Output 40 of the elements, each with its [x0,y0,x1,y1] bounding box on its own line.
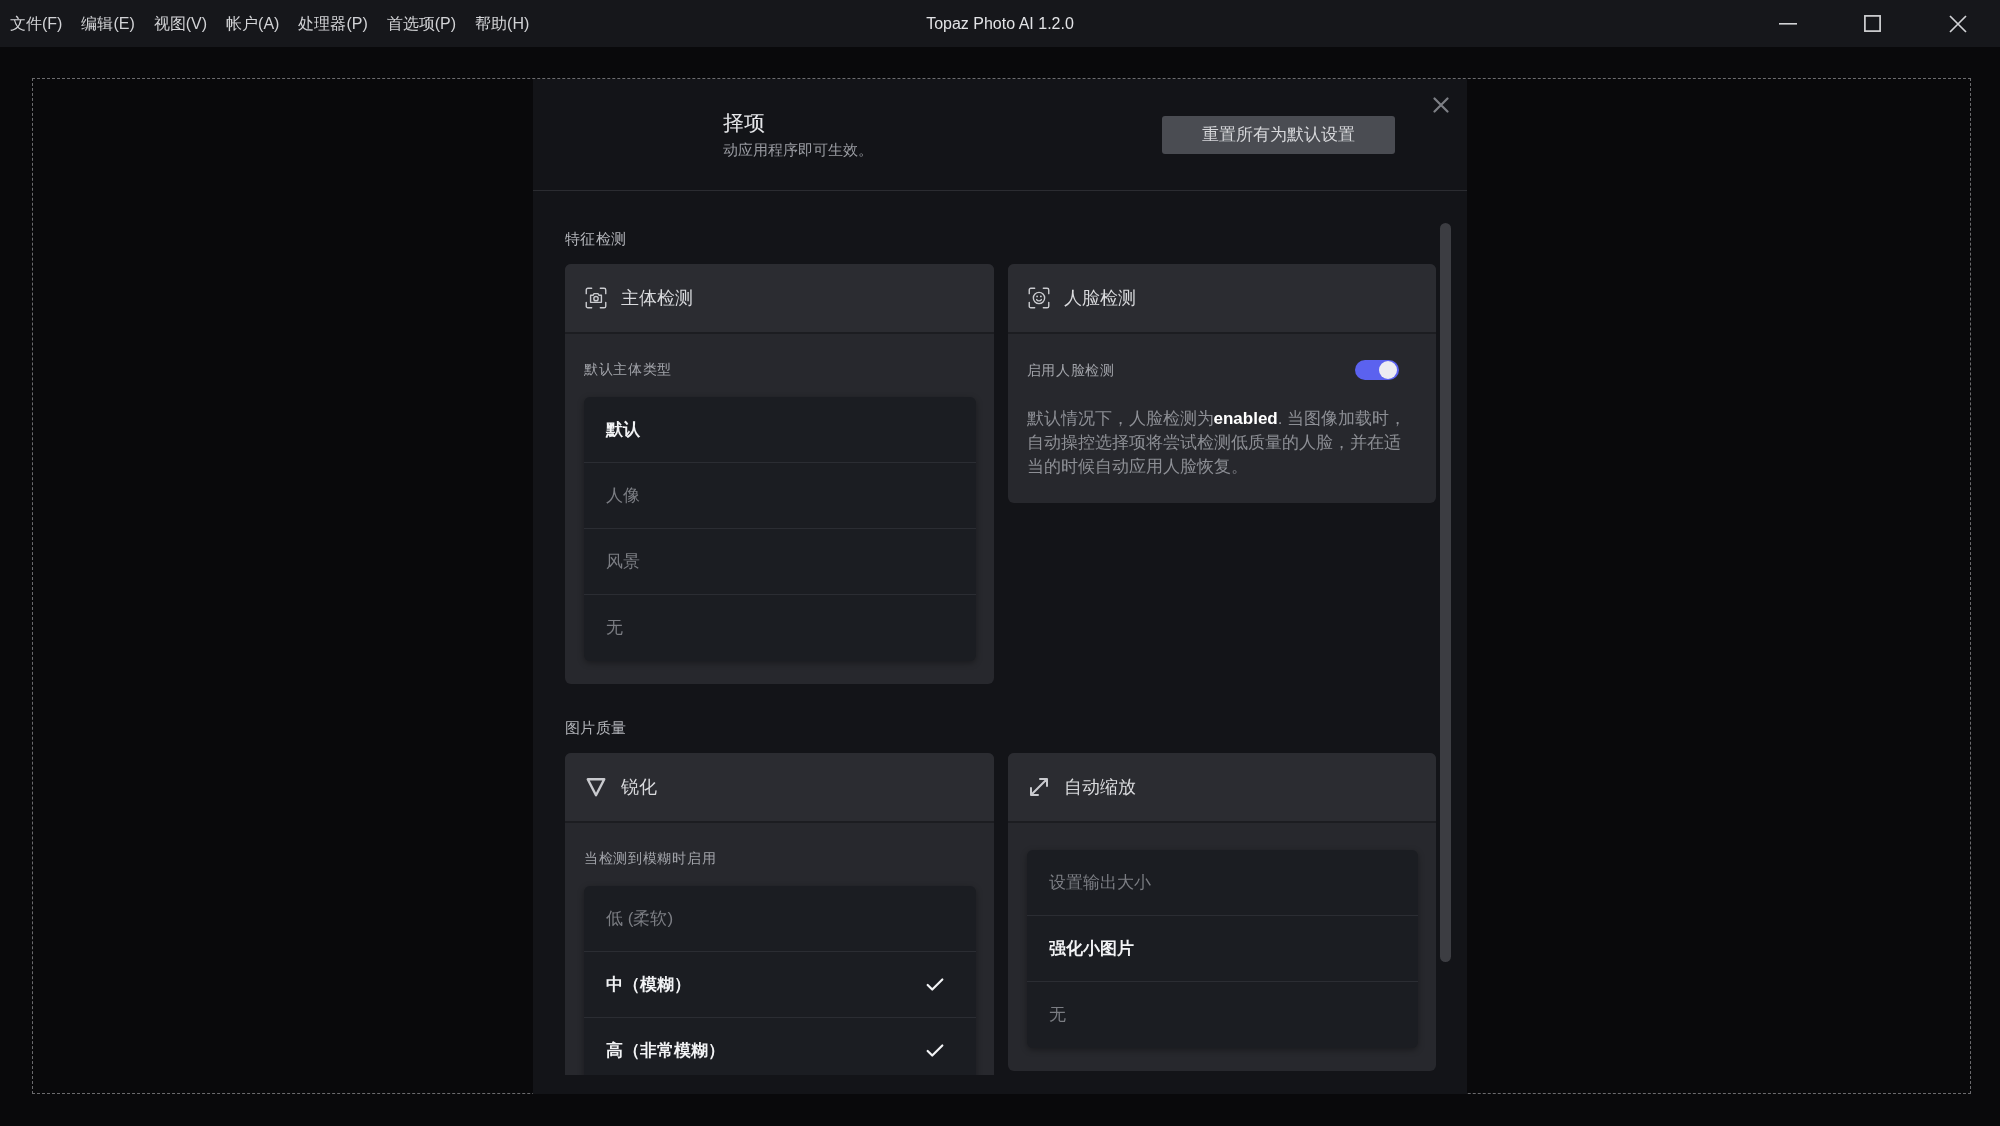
triangle-icon [585,776,607,798]
close-icon [1948,14,1967,33]
option-item[interactable]: 中（模糊） [584,952,976,1018]
field-label: 默认主体类型 [584,360,673,379]
card-title: 人脸检测 [1063,286,1136,310]
menu-item[interactable]: 视图(V) [153,11,208,36]
card-title: 锐化 [621,775,657,799]
toggle-switch[interactable] [1355,360,1399,380]
option-item[interactable]: 默认 [584,397,976,463]
menu-item[interactable]: 编辑(E) [81,11,135,36]
reset-button[interactable]: 重置所有为默认设置 [1162,115,1395,154]
scrollbar[interactable] [1440,223,1451,962]
option-item[interactable]: 风景 [584,529,976,595]
option-item[interactable]: 人像 [584,463,976,529]
field-label: 当检测到模糊时启用 [584,849,717,868]
option-item[interactable]: 设置输出大小 [1026,850,1418,916]
card-title: 自动缩放 [1063,775,1136,799]
toggle-label: 启用人脸检测 [1026,360,1115,380]
section-label: 特征检测 [565,229,627,249]
minimize-icon [1778,22,1797,25]
dialog-title: 择项 [723,109,766,136]
menu-item[interactable]: 文件(F) [10,11,63,36]
menu-item[interactable]: 处理器(P) [298,11,368,36]
dialog-subtitle: 动应用程序即可生效。 [723,139,873,160]
option-item[interactable]: 无 [1026,982,1418,1048]
maximize-icon [1864,15,1881,32]
menu-item[interactable]: 首选项(P) [386,11,457,36]
description-text: 默认情况下，人脸检测为enabled. 当图像加载时，自动操控选择项将尝试检测低质量的人脸，并在适当的时候自动应用人脸恢复。 [1026,408,1408,478]
card-title: 主体检测 [621,286,693,310]
option-item[interactable]: 低 (柔软) [584,886,976,952]
close-button[interactable] [1432,96,1450,114]
option-item[interactable]: 无 [584,595,976,661]
option-item[interactable]: 高（非常模糊） [584,1018,976,1075]
menu-item[interactable]: 帮助(H) [475,11,530,36]
option-item[interactable]: 强化小图片 [1026,916,1418,982]
window-title: Topaz Photo AI 1.2.0 [926,13,1074,34]
camera-focus-icon [583,285,609,311]
close-icon [1433,97,1449,113]
menu-item[interactable]: 帐户(A) [226,11,280,36]
section-label: 图片质量 [565,718,627,738]
